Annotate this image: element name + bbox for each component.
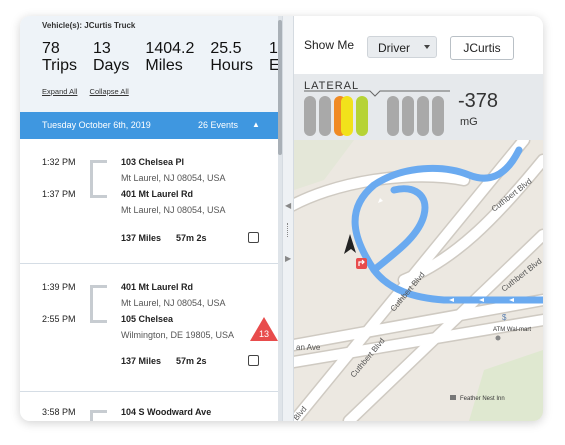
stat-hours: 25.5 Hours bbox=[210, 40, 253, 74]
trip-to-city: Wilmington, DE 19805, USA bbox=[121, 330, 235, 340]
gauge-segment bbox=[387, 96, 399, 136]
summary-stats: 78 Trips 13 Days 1404.2 Miles 25.5 Hours… bbox=[42, 40, 282, 74]
gauge-segment bbox=[304, 96, 316, 136]
trip-select-checkbox[interactable] bbox=[248, 355, 259, 366]
map-poi-label: ATM Wal-mart bbox=[493, 327, 531, 333]
trip-miles: 137 Miles bbox=[121, 356, 162, 366]
day-header[interactable]: Tuesday October 6th, 2019 26 Events ▲ bbox=[20, 112, 282, 139]
show-me-select[interactable]: Driver bbox=[367, 36, 437, 58]
trip-duration: 57m 2s bbox=[176, 233, 207, 243]
gauge-segment bbox=[356, 96, 368, 136]
stat-value: 1404.2 bbox=[145, 40, 195, 57]
poi-pin-icon bbox=[495, 335, 501, 341]
alert-triangle-icon[interactable]: 13 bbox=[249, 316, 279, 342]
app-window: Vehicle(s): JCurtis Truck 78 Trips 13 Da… bbox=[20, 16, 543, 421]
stat-unit: Hours bbox=[210, 57, 254, 74]
map-road-label: an Ave bbox=[296, 343, 321, 352]
stat-unit: Miles bbox=[145, 57, 183, 74]
chevron-up-icon[interactable]: ▲ bbox=[252, 120, 260, 129]
day-event-count: 26 Events bbox=[198, 120, 239, 130]
collapse-all-link[interactable]: Collapse All bbox=[90, 87, 129, 96]
trip-start-time: 1:39 PM bbox=[42, 282, 76, 292]
trip-from-city: Mt Laurel, NJ 08054, USA bbox=[121, 298, 226, 308]
stat-value: 25.5 bbox=[210, 40, 242, 57]
gauge-segment bbox=[341, 96, 353, 136]
gauge-segment bbox=[432, 96, 444, 136]
trip-select-checkbox[interactable] bbox=[248, 232, 259, 243]
gauge-unit: mG bbox=[460, 116, 478, 128]
trip-item[interactable]: 1:39 PM 2:55 PM 401 Mt Laurel Rd Mt Laur… bbox=[20, 264, 282, 391]
dollar-icon: $ bbox=[502, 313, 507, 322]
trip-to-street: 401 Mt Laurel Rd bbox=[121, 189, 194, 199]
stat-days: 13 Days bbox=[93, 40, 129, 74]
trip-list-panel: Vehicle(s): JCurtis Truck 78 Trips 13 Da… bbox=[20, 16, 282, 421]
stat-trips: 78 Trips bbox=[42, 40, 77, 74]
trip-start-time: 3:58 PM bbox=[42, 407, 76, 417]
expand-collapse-links: Expand All Collapse All bbox=[42, 87, 139, 96]
trip-to-city: Mt Laurel, NJ 08054, USA bbox=[121, 205, 226, 215]
driver-user-button[interactable]: JCurtis bbox=[450, 36, 514, 60]
map-panel: Show Me Driver JCurtis LATERAL -378 mG C… bbox=[294, 16, 543, 421]
trip-from-street: 401 Mt Laurel Rd bbox=[121, 282, 194, 292]
route-bracket bbox=[90, 160, 107, 198]
day-date: Tuesday October 6th, 2019 bbox=[42, 120, 151, 130]
trip-from-city: Mt Laurel, NJ 08054, USA bbox=[121, 173, 226, 183]
trip-from-street: 103 Chelsea Pl bbox=[121, 157, 185, 167]
show-me-select-value: Driver bbox=[378, 41, 410, 55]
trip-start-marker[interactable] bbox=[356, 258, 367, 269]
expand-right-icon[interactable]: ▶ bbox=[285, 254, 291, 263]
stat-unit: Trips bbox=[42, 57, 77, 74]
panel-splitter[interactable]: ◀ ▶ bbox=[282, 16, 294, 421]
trip-miles: 137 Miles bbox=[121, 233, 162, 243]
route-map[interactable]: Cuthbert Blvd Cuthbert Blvd Cuthbert Blv… bbox=[294, 133, 543, 421]
stat-miles: 1404.2 Miles bbox=[145, 40, 194, 74]
expand-all-link[interactable]: Expand All bbox=[42, 87, 77, 96]
trip-to-street: 105 Chelsea bbox=[121, 314, 174, 324]
gauge-segment bbox=[319, 96, 331, 136]
trip-item[interactable]: 1:32 PM 1:37 PM 103 Chelsea Pl Mt Laurel… bbox=[20, 139, 282, 263]
trip-duration: 57m 2s bbox=[176, 356, 207, 366]
trip-start-time: 1:32 PM bbox=[42, 157, 76, 167]
trip-end-time: 1:37 PM bbox=[42, 189, 76, 199]
trip-from-street: 104 S Woodward Ave bbox=[121, 407, 212, 417]
gauge-value: -378 bbox=[458, 90, 499, 112]
show-me-label: Show Me bbox=[304, 38, 355, 52]
gauge-segment bbox=[402, 96, 414, 136]
hotel-icon bbox=[450, 395, 456, 400]
alert-count: 13 bbox=[259, 329, 269, 339]
route-bracket bbox=[90, 285, 107, 323]
stat-value: 78 bbox=[42, 40, 60, 57]
map-poi-label: Feather Nest Inn bbox=[460, 396, 505, 402]
collapse-left-icon[interactable]: ◀ bbox=[285, 201, 291, 210]
trip-end-time: 2:55 PM bbox=[42, 314, 76, 324]
lateral-gauge: LATERAL -378 mG bbox=[294, 74, 543, 140]
trip-item[interactable]: 3:58 PM 104 S Woodward Ave bbox=[20, 392, 282, 421]
vehicle-label: Vehicle(s): JCurtis Truck bbox=[42, 21, 136, 30]
route-bracket bbox=[90, 410, 107, 421]
chevron-down-icon bbox=[424, 45, 430, 49]
stat-unit: Days bbox=[92, 57, 130, 74]
stat-value: 13 bbox=[92, 40, 111, 57]
gauge-segment bbox=[417, 96, 429, 136]
map-canvas[interactable]: Cuthbert Blvd Cuthbert Blvd Cuthbert Blv… bbox=[294, 133, 543, 421]
drag-handle-icon[interactable] bbox=[287, 223, 290, 237]
